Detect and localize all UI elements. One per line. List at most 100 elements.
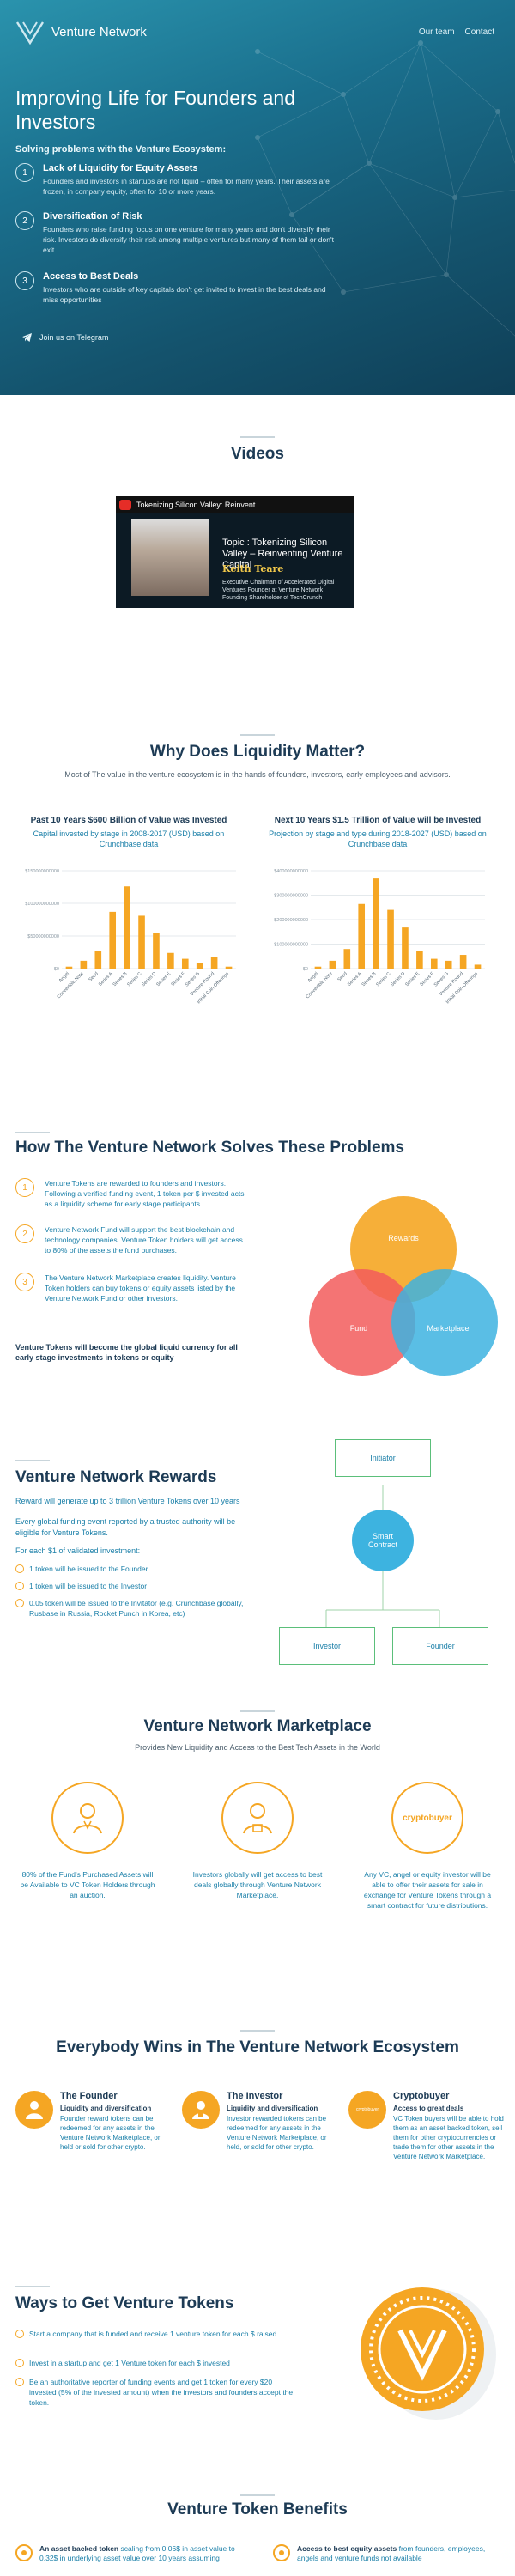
x-tick-label: Series C (375, 971, 391, 987)
marketplace-subtitle: Provides New Liquidity and Access to the… (135, 1743, 380, 1752)
y-tick-label: $100000000000 (25, 902, 59, 907)
solve-text: Venture Tokens are rewarded to founders … (45, 1179, 245, 1208)
x-tick-label: Series C (126, 971, 142, 987)
bar (80, 960, 88, 969)
telegram-label: Join us on Telegram (39, 333, 109, 342)
benefit-item: Access to best equity assets from founde… (273, 2544, 505, 2563)
x-tick-label: Convertible Note (306, 971, 334, 999)
x-tick-label: Series E (155, 971, 172, 987)
eco-card-text: VC Token buyers will be able to hold the… (393, 2115, 504, 2160)
problem-item: 1 Lack of Liquidity for Equity Assets Fo… (15, 163, 342, 197)
hero-network-decoration (255, 40, 515, 337)
x-tick-label: Series E (404, 971, 421, 987)
video-title: Tokenizing Silicon Valley: Reinvent... (136, 501, 262, 509)
ways-item-text: Be an authoritative reporter of funding … (29, 2378, 294, 2407)
bar (474, 964, 482, 969)
nav-contact[interactable]: Contact (465, 27, 494, 37)
problem-title: Diversification of Risk (43, 211, 142, 222)
cryptobuyer-icon: cryptobuyer (348, 2091, 386, 2129)
benefit-bold: An asset backed token (39, 2544, 119, 2553)
video-title-bar: Tokenizing Silicon Valley: Reinvent... (116, 496, 354, 513)
y-tick-label: $100000000000 (274, 943, 308, 948)
venn-diagram: Rewards Fund Marketplace (309, 1196, 498, 1376)
solve-number: 3 (15, 1273, 34, 1291)
liquidity-title: Why Does Liquidity Matter? (149, 743, 366, 761)
problem-number: 1 (15, 163, 34, 182)
solve-number: 2 (15, 1224, 34, 1243)
x-tick-label: Seed (88, 971, 99, 982)
venn-rewards-label: Rewards (388, 1234, 419, 1242)
x-tick-label: Convertible Note (57, 971, 85, 999)
section-divider (240, 2030, 275, 2032)
marketplace-column-text: Investors globally will get access to be… (192, 1870, 323, 1899)
benefit-item: An asset backed token scaling from 0.06$… (15, 2544, 247, 2563)
bar (459, 955, 467, 969)
x-tick-label: Seed (336, 971, 348, 982)
chart-title: Next 10 Years $1.5 Trillion of Value wil… (274, 816, 482, 825)
venture-token-coin-icon (360, 2287, 496, 2420)
brand-name: Venture Network (52, 24, 147, 39)
solve-text: Venture Network Fund will support the be… (45, 1225, 243, 1255)
investor-icon (182, 2091, 220, 2129)
rewards-per-dollar: For each $1 of validated investment: (15, 1546, 141, 1555)
bar (109, 911, 117, 969)
node-founder: Founder (392, 1627, 488, 1665)
bullet-icon (15, 1564, 24, 1573)
ways-item-text: Invest in a startup and get 1 Venture to… (29, 2359, 230, 2367)
bar (225, 966, 233, 969)
bullet-icon (15, 1599, 24, 1607)
telegram-link[interactable]: Join us on Telegram (21, 332, 108, 343)
y-tick-label: $300000000000 (274, 894, 308, 899)
problem-title: Access to Best Deals (43, 271, 139, 282)
speaker-description: Executive Chairman of Accelerated Digita… (222, 580, 335, 601)
nav-our-team[interactable]: Our team (419, 27, 455, 37)
solve-conclusion: Venture Tokens will become the global li… (15, 1343, 238, 1362)
cryptobuyer-icon-text: cryptobuyer (355, 2107, 379, 2112)
bar (373, 878, 379, 969)
x-tick-label: Series D (141, 971, 157, 987)
bar (153, 933, 160, 969)
x-tick-label: Series B (112, 971, 129, 987)
marketplace-column: Investors globally will get access to be… (189, 1782, 326, 1900)
solves-title: How The Venture Network Solves These Pro… (15, 1139, 404, 1157)
top-nav: Our team Contact (419, 27, 494, 37)
problem-number: 3 (15, 271, 34, 290)
bar (402, 927, 409, 969)
problem-item: 2 Diversification of Risk Founders who r… (15, 211, 342, 255)
bar (196, 963, 203, 969)
bar (210, 957, 218, 969)
venn-marketplace-label: Marketplace (427, 1324, 469, 1333)
marketplace-title: Venture Network Marketplace (143, 1717, 372, 1735)
solve-item: 2 Venture Network Fund will support the … (15, 1224, 247, 1255)
solve-number: 1 (15, 1178, 34, 1197)
y-tick-label: $400000000000 (274, 869, 308, 874)
section-divider (240, 1710, 275, 1712)
y-tick-label: $0 (54, 967, 59, 972)
speaker-photo (131, 519, 209, 596)
ways-title: Ways to Get Venture Tokens (15, 2294, 234, 2312)
bar (314, 966, 322, 969)
chart-title: Past 10 Years $600 Billion of Value was … (30, 816, 227, 825)
bullet-icon (15, 1582, 24, 1590)
future-investment-chart: Next 10 Years $1.5 Trillion of Value wil… (266, 816, 489, 1030)
rewards-list-item: 1 token will be issued to the Investor (15, 1581, 264, 1591)
speaker-name: Keith Teare (222, 563, 284, 574)
benefits-title: Venture Token Benefits (167, 2500, 348, 2518)
eco-card-text: Investor rewarded tokens can be redeemed… (227, 2115, 327, 2151)
venture-network-logo-icon (15, 21, 45, 45)
bar (430, 958, 438, 969)
bar (358, 903, 366, 969)
marketplace-column: 80% of the Fund's Purchased Assets will … (19, 1782, 156, 1900)
marketplace-column-text: Any VC, angel or equity investor will be… (363, 1870, 492, 1910)
chart-canvas: $150000000000 $100000000000 $50000000000 $0… (25, 869, 236, 1005)
hero-subtitle: Solving problems with the Venture Ecosys… (15, 144, 227, 155)
brand-logo[interactable]: Venture Network (15, 19, 147, 45)
video-player[interactable]: Tokenizing Silicon Valley: Reinvent... T… (116, 496, 354, 608)
rewards-list-item: 1 token will be issued to the Founder (15, 1564, 264, 1574)
eco-card-text: Founder reward tokens can be redeemed fo… (60, 2115, 161, 2151)
chart-canvas: $400000000000 $300000000000 $200000000000 $… (274, 869, 485, 1005)
problem-text: Investors who are outside of key capital… (43, 285, 326, 304)
hero-section: Venture Network Our team Contact Improvi… (0, 0, 515, 395)
rewards-title: Venture Network Rewards (15, 1468, 217, 1486)
bullet-icon (15, 2378, 24, 2386)
